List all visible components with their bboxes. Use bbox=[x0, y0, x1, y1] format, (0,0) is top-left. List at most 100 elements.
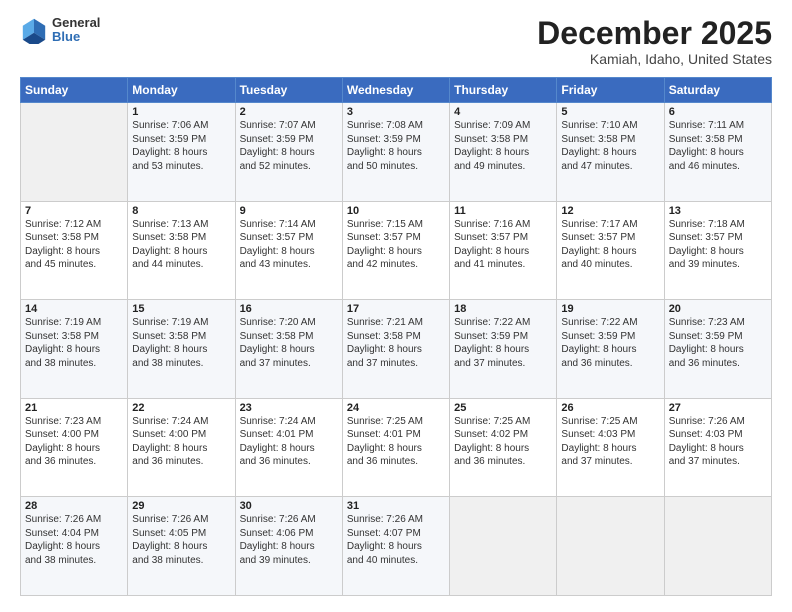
calendar-table: Sunday Monday Tuesday Wednesday Thursday… bbox=[20, 77, 772, 596]
day-info: Sunrise: 7:26 AM Sunset: 4:06 PM Dayligh… bbox=[240, 513, 338, 567]
day-info: Sunrise: 7:26 AM Sunset: 4:07 PM Dayligh… bbox=[347, 513, 445, 567]
calendar-cell: 23Sunrise: 7:24 AM Sunset: 4:01 PM Dayli… bbox=[235, 398, 342, 497]
col-friday: Friday bbox=[557, 78, 664, 103]
col-sunday: Sunday bbox=[21, 78, 128, 103]
day-info: Sunrise: 7:09 AM Sunset: 3:58 PM Dayligh… bbox=[454, 119, 552, 173]
calendar-week-2: 7Sunrise: 7:12 AM Sunset: 3:58 PM Daylig… bbox=[21, 201, 772, 300]
logo-blue: Blue bbox=[52, 30, 100, 44]
day-info: Sunrise: 7:19 AM Sunset: 3:58 PM Dayligh… bbox=[25, 316, 123, 370]
calendar-cell: 1Sunrise: 7:06 AM Sunset: 3:59 PM Daylig… bbox=[128, 103, 235, 202]
day-info: Sunrise: 7:12 AM Sunset: 3:58 PM Dayligh… bbox=[25, 218, 123, 272]
day-info: Sunrise: 7:25 AM Sunset: 4:02 PM Dayligh… bbox=[454, 415, 552, 469]
day-number: 6 bbox=[669, 106, 767, 118]
day-number: 9 bbox=[240, 205, 338, 217]
day-info: Sunrise: 7:22 AM Sunset: 3:59 PM Dayligh… bbox=[454, 316, 552, 370]
day-info: Sunrise: 7:18 AM Sunset: 3:57 PM Dayligh… bbox=[669, 218, 767, 272]
calendar-cell bbox=[557, 497, 664, 596]
calendar-cell: 12Sunrise: 7:17 AM Sunset: 3:57 PM Dayli… bbox=[557, 201, 664, 300]
calendar-cell: 27Sunrise: 7:26 AM Sunset: 4:03 PM Dayli… bbox=[664, 398, 771, 497]
calendar-header-row: Sunday Monday Tuesday Wednesday Thursday… bbox=[21, 78, 772, 103]
calendar-cell: 28Sunrise: 7:26 AM Sunset: 4:04 PM Dayli… bbox=[21, 497, 128, 596]
calendar-cell: 24Sunrise: 7:25 AM Sunset: 4:01 PM Dayli… bbox=[342, 398, 449, 497]
calendar-cell: 11Sunrise: 7:16 AM Sunset: 3:57 PM Dayli… bbox=[450, 201, 557, 300]
day-number: 22 bbox=[132, 402, 230, 414]
day-info: Sunrise: 7:06 AM Sunset: 3:59 PM Dayligh… bbox=[132, 119, 230, 173]
day-info: Sunrise: 7:13 AM Sunset: 3:58 PM Dayligh… bbox=[132, 218, 230, 272]
calendar-cell: 8Sunrise: 7:13 AM Sunset: 3:58 PM Daylig… bbox=[128, 201, 235, 300]
day-info: Sunrise: 7:14 AM Sunset: 3:57 PM Dayligh… bbox=[240, 218, 338, 272]
day-info: Sunrise: 7:26 AM Sunset: 4:05 PM Dayligh… bbox=[132, 513, 230, 567]
logo-general: General bbox=[52, 16, 100, 30]
day-info: Sunrise: 7:26 AM Sunset: 4:03 PM Dayligh… bbox=[669, 415, 767, 469]
calendar-cell: 31Sunrise: 7:26 AM Sunset: 4:07 PM Dayli… bbox=[342, 497, 449, 596]
logo: General Blue bbox=[20, 16, 100, 45]
calendar-cell: 16Sunrise: 7:20 AM Sunset: 3:58 PM Dayli… bbox=[235, 300, 342, 399]
day-number: 15 bbox=[132, 303, 230, 315]
col-tuesday: Tuesday bbox=[235, 78, 342, 103]
calendar-cell bbox=[21, 103, 128, 202]
calendar-cell: 29Sunrise: 7:26 AM Sunset: 4:05 PM Dayli… bbox=[128, 497, 235, 596]
calendar-cell: 10Sunrise: 7:15 AM Sunset: 3:57 PM Dayli… bbox=[342, 201, 449, 300]
day-number: 18 bbox=[454, 303, 552, 315]
calendar-cell: 19Sunrise: 7:22 AM Sunset: 3:59 PM Dayli… bbox=[557, 300, 664, 399]
day-number: 16 bbox=[240, 303, 338, 315]
location: Kamiah, Idaho, United States bbox=[537, 51, 772, 67]
logo-icon bbox=[20, 16, 48, 44]
day-info: Sunrise: 7:25 AM Sunset: 4:03 PM Dayligh… bbox=[561, 415, 659, 469]
calendar-cell: 2Sunrise: 7:07 AM Sunset: 3:59 PM Daylig… bbox=[235, 103, 342, 202]
day-number: 13 bbox=[669, 205, 767, 217]
page: General Blue December 2025 Kamiah, Idaho… bbox=[0, 0, 792, 612]
day-number: 8 bbox=[132, 205, 230, 217]
calendar-cell: 18Sunrise: 7:22 AM Sunset: 3:59 PM Dayli… bbox=[450, 300, 557, 399]
calendar-week-3: 14Sunrise: 7:19 AM Sunset: 3:58 PM Dayli… bbox=[21, 300, 772, 399]
day-info: Sunrise: 7:25 AM Sunset: 4:01 PM Dayligh… bbox=[347, 415, 445, 469]
day-number: 20 bbox=[669, 303, 767, 315]
calendar-cell: 3Sunrise: 7:08 AM Sunset: 3:59 PM Daylig… bbox=[342, 103, 449, 202]
day-number: 23 bbox=[240, 402, 338, 414]
calendar-cell: 25Sunrise: 7:25 AM Sunset: 4:02 PM Dayli… bbox=[450, 398, 557, 497]
day-info: Sunrise: 7:17 AM Sunset: 3:57 PM Dayligh… bbox=[561, 218, 659, 272]
day-info: Sunrise: 7:24 AM Sunset: 4:00 PM Dayligh… bbox=[132, 415, 230, 469]
day-number: 7 bbox=[25, 205, 123, 217]
calendar-cell: 7Sunrise: 7:12 AM Sunset: 3:58 PM Daylig… bbox=[21, 201, 128, 300]
calendar-week-5: 28Sunrise: 7:26 AM Sunset: 4:04 PM Dayli… bbox=[21, 497, 772, 596]
day-info: Sunrise: 7:24 AM Sunset: 4:01 PM Dayligh… bbox=[240, 415, 338, 469]
calendar-cell: 26Sunrise: 7:25 AM Sunset: 4:03 PM Dayli… bbox=[557, 398, 664, 497]
day-info: Sunrise: 7:10 AM Sunset: 3:58 PM Dayligh… bbox=[561, 119, 659, 173]
day-number: 10 bbox=[347, 205, 445, 217]
day-number: 24 bbox=[347, 402, 445, 414]
day-number: 27 bbox=[669, 402, 767, 414]
day-info: Sunrise: 7:08 AM Sunset: 3:59 PM Dayligh… bbox=[347, 119, 445, 173]
day-info: Sunrise: 7:07 AM Sunset: 3:59 PM Dayligh… bbox=[240, 119, 338, 173]
day-info: Sunrise: 7:22 AM Sunset: 3:59 PM Dayligh… bbox=[561, 316, 659, 370]
calendar-cell: 13Sunrise: 7:18 AM Sunset: 3:57 PM Dayli… bbox=[664, 201, 771, 300]
calendar-cell: 15Sunrise: 7:19 AM Sunset: 3:58 PM Dayli… bbox=[128, 300, 235, 399]
day-number: 29 bbox=[132, 500, 230, 512]
day-info: Sunrise: 7:21 AM Sunset: 3:58 PM Dayligh… bbox=[347, 316, 445, 370]
day-number: 17 bbox=[347, 303, 445, 315]
day-number: 4 bbox=[454, 106, 552, 118]
day-number: 1 bbox=[132, 106, 230, 118]
day-info: Sunrise: 7:23 AM Sunset: 3:59 PM Dayligh… bbox=[669, 316, 767, 370]
day-number: 30 bbox=[240, 500, 338, 512]
calendar-cell: 14Sunrise: 7:19 AM Sunset: 3:58 PM Dayli… bbox=[21, 300, 128, 399]
day-number: 28 bbox=[25, 500, 123, 512]
calendar-cell bbox=[664, 497, 771, 596]
day-number: 31 bbox=[347, 500, 445, 512]
day-info: Sunrise: 7:26 AM Sunset: 4:04 PM Dayligh… bbox=[25, 513, 123, 567]
day-info: Sunrise: 7:23 AM Sunset: 4:00 PM Dayligh… bbox=[25, 415, 123, 469]
calendar-cell: 5Sunrise: 7:10 AM Sunset: 3:58 PM Daylig… bbox=[557, 103, 664, 202]
calendar-cell: 30Sunrise: 7:26 AM Sunset: 4:06 PM Dayli… bbox=[235, 497, 342, 596]
day-number: 21 bbox=[25, 402, 123, 414]
day-number: 11 bbox=[454, 205, 552, 217]
day-info: Sunrise: 7:16 AM Sunset: 3:57 PM Dayligh… bbox=[454, 218, 552, 272]
day-number: 19 bbox=[561, 303, 659, 315]
calendar-cell: 22Sunrise: 7:24 AM Sunset: 4:00 PM Dayli… bbox=[128, 398, 235, 497]
title-area: December 2025 Kamiah, Idaho, United Stat… bbox=[537, 16, 772, 67]
day-number: 2 bbox=[240, 106, 338, 118]
day-number: 26 bbox=[561, 402, 659, 414]
calendar-cell bbox=[450, 497, 557, 596]
month-title: December 2025 bbox=[537, 16, 772, 51]
day-info: Sunrise: 7:20 AM Sunset: 3:58 PM Dayligh… bbox=[240, 316, 338, 370]
col-thursday: Thursday bbox=[450, 78, 557, 103]
